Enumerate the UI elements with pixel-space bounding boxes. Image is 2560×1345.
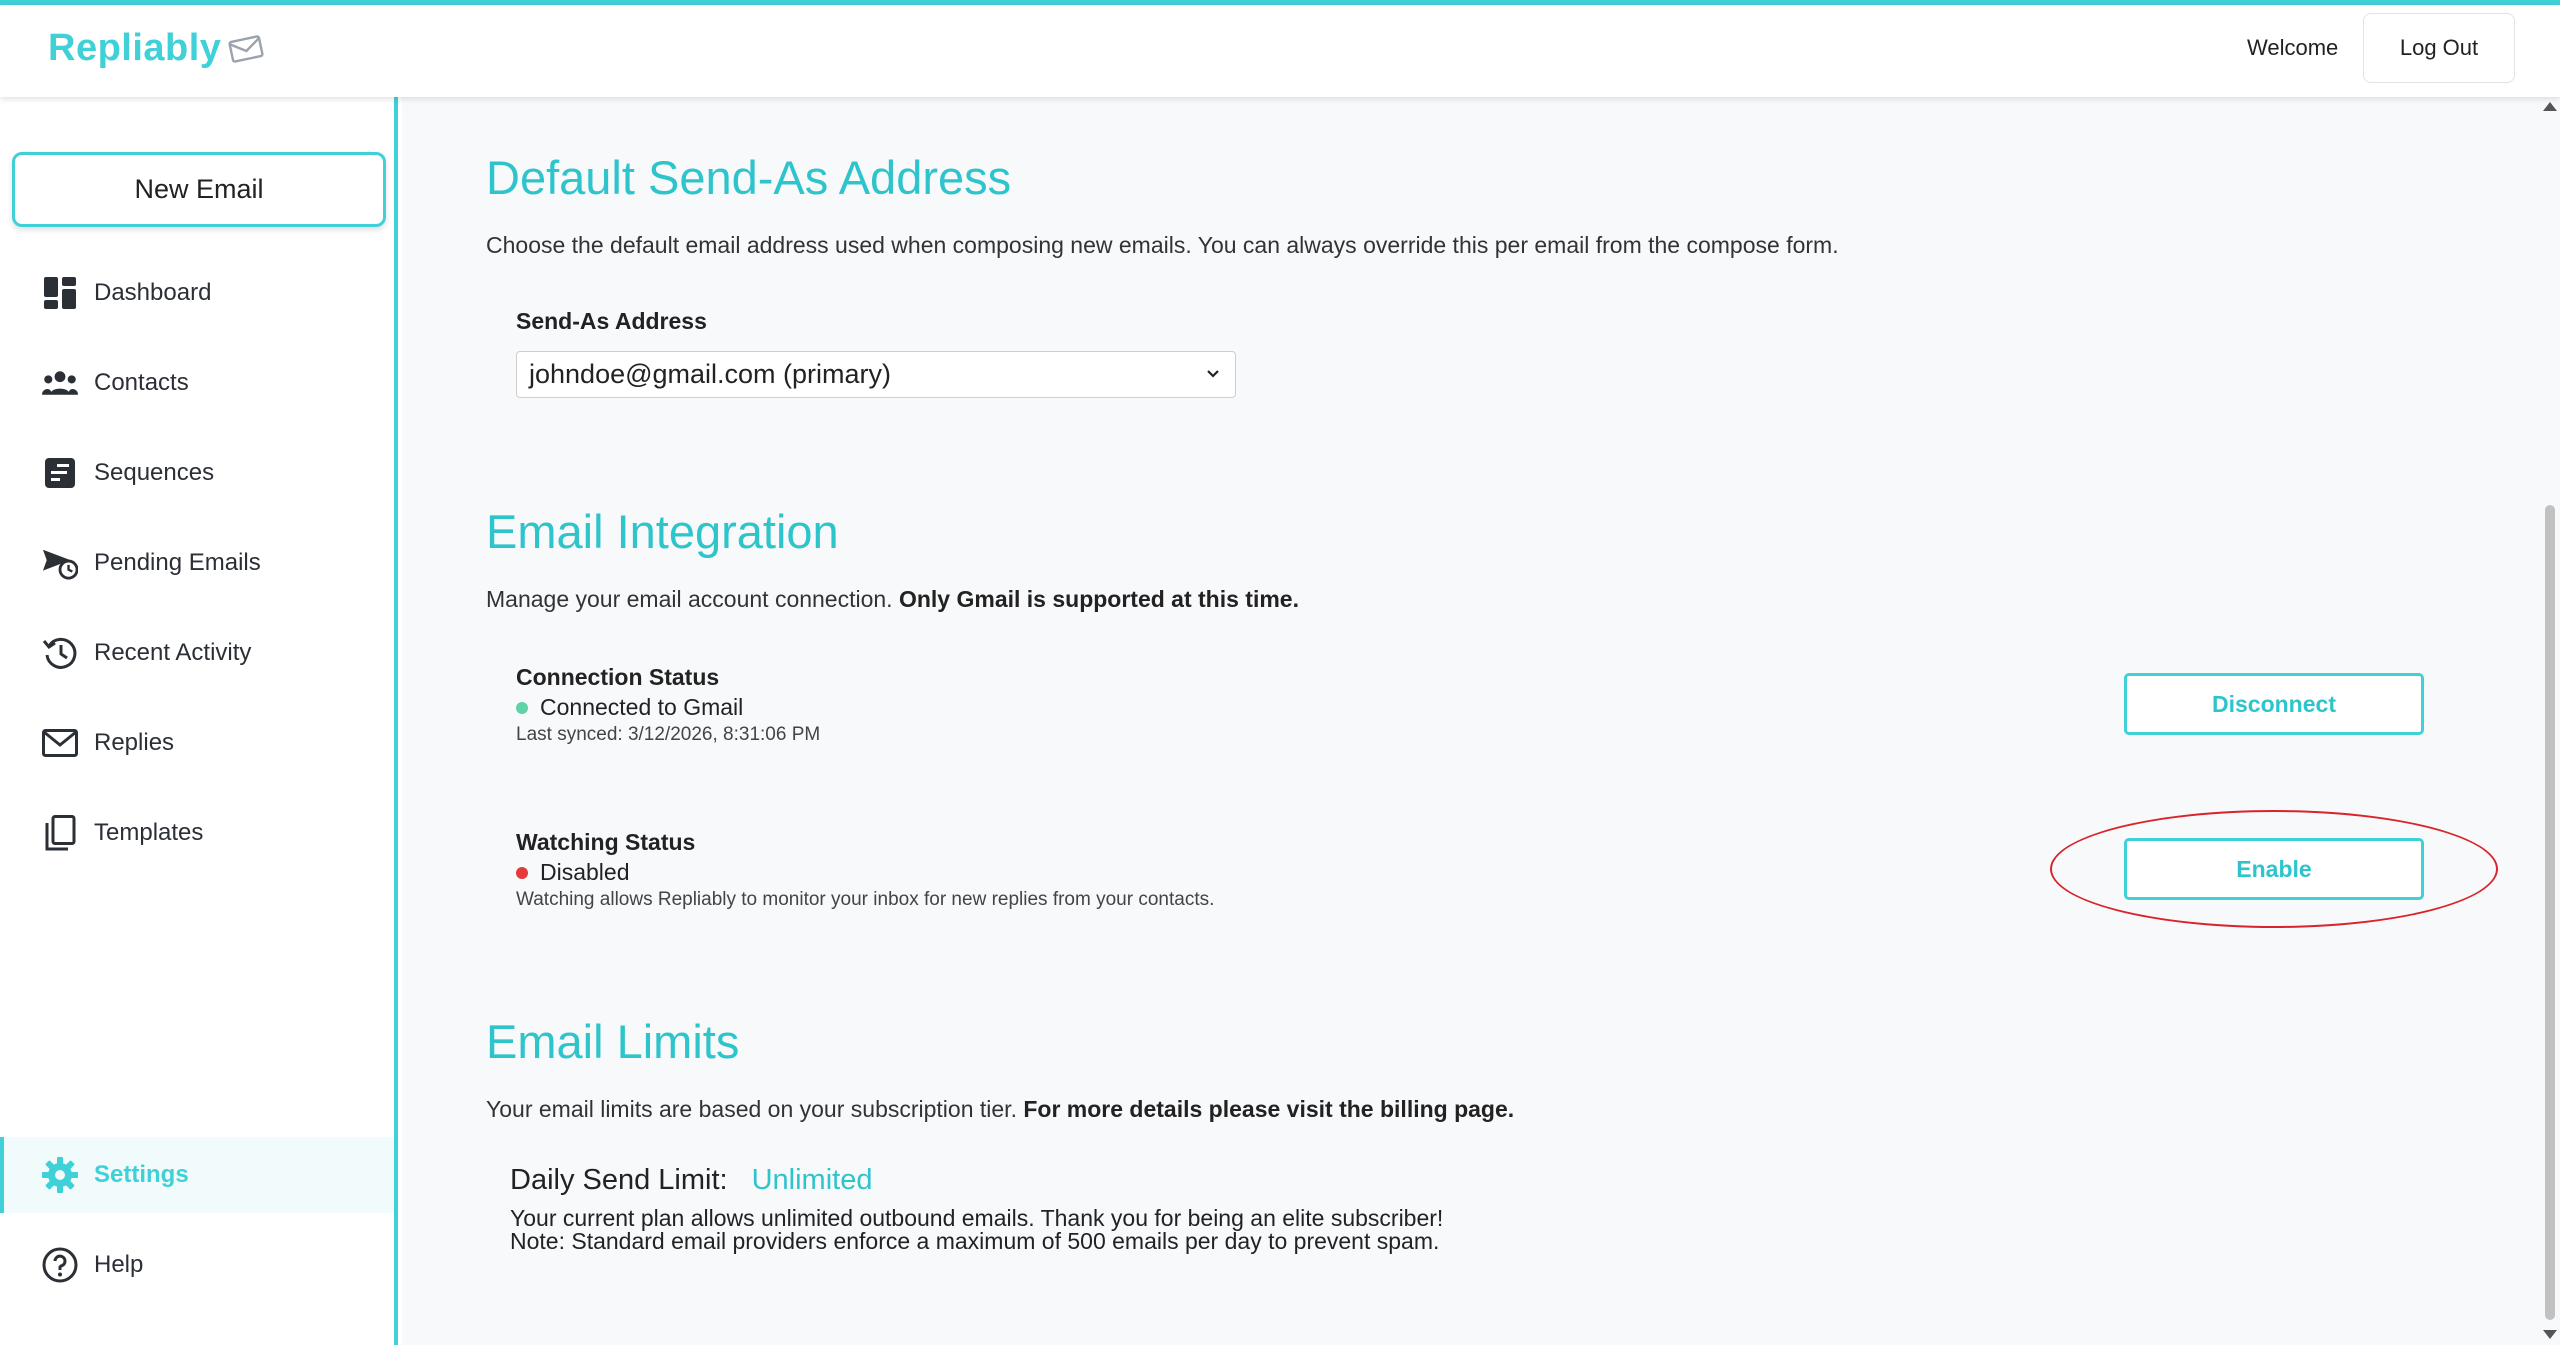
billing-link-text: For more details please visit the billin…	[1023, 1096, 1515, 1122]
sidebar-item-label: Settings	[94, 1161, 189, 1188]
logout-button[interactable]: Log Out	[2363, 13, 2515, 83]
watching-status-title: Watching Status	[516, 829, 696, 855]
sidebar-item-label: Pending Emails	[94, 549, 261, 576]
sidebar-item-label: Templates	[94, 819, 204, 846]
connection-status: Connected to Gmail	[516, 694, 743, 721]
gear-icon	[42, 1157, 78, 1193]
sidebar-item-settings[interactable]: Settings	[0, 1137, 394, 1213]
sidebar: New Email Dashboard Contacts Sequences P…	[0, 97, 398, 1345]
send-as-description: Choose the default email address used wh…	[486, 232, 1839, 258]
daily-limit-value: Unlimited	[751, 1164, 873, 1196]
sidebar-item-label: Recent Activity	[94, 639, 252, 666]
send-as-select[interactable]: johndoe@gmail.com (primary)	[516, 351, 1236, 398]
sidebar-item-recent-activity[interactable]: Recent Activity	[0, 615, 394, 691]
scrollbar-thumb[interactable]	[2545, 505, 2555, 1320]
sidebar-item-label: Help	[94, 1251, 144, 1278]
enable-button[interactable]: Enable	[2124, 838, 2424, 900]
sequences-icon	[42, 455, 78, 491]
envelope-icon	[42, 725, 78, 761]
watching-status-text: Disabled	[540, 859, 630, 885]
integration-title: Email Integration	[486, 505, 839, 558]
limits-description: Your email limits are based on your subs…	[486, 1096, 1515, 1122]
limits-title: Email Limits	[486, 1015, 740, 1068]
app-logo-text: Repliably	[48, 27, 222, 69]
sidebar-item-templates[interactable]: Templates	[0, 795, 394, 871]
integration-description: Manage your email account connection. On…	[486, 586, 1299, 612]
sidebar-item-label: Contacts	[94, 369, 189, 396]
send-as-selected-value: johndoe@gmail.com (primary)	[529, 359, 892, 389]
watching-status: Disabled	[516, 859, 630, 886]
sidebar-item-label: Sequences	[94, 459, 215, 486]
integration-description-bold: Only Gmail is supported at this time.	[898, 586, 1299, 612]
status-dot-connected	[516, 701, 528, 714]
sidebar-item-dashboard[interactable]: Dashboard	[0, 255, 394, 331]
history-icon	[42, 635, 78, 671]
sidebar-item-sequences[interactable]: Sequences	[0, 435, 394, 511]
welcome-text: Welcome	[2247, 35, 2339, 60]
sidebar-item-help[interactable]: Help	[0, 1227, 394, 1303]
help-icon	[42, 1247, 78, 1283]
plan-note-2: Note: Standard email providers enforce a…	[510, 1228, 1440, 1254]
templates-icon	[42, 815, 78, 851]
new-email-button[interactable]: New Email	[12, 152, 386, 227]
contacts-icon	[42, 365, 78, 401]
daily-limit-label: Daily Send Limit:	[510, 1164, 728, 1196]
pending-emails-icon	[42, 545, 78, 581]
disconnect-button[interactable]: Disconnect	[2124, 673, 2424, 735]
chevron-down-icon	[1207, 370, 1219, 378]
envelope-logo-icon	[228, 34, 265, 63]
sidebar-item-replies[interactable]: Replies	[0, 705, 394, 781]
sidebar-item-contacts[interactable]: Contacts	[0, 345, 394, 421]
sidebar-item-pending-emails[interactable]: Pending Emails	[0, 525, 394, 601]
watching-description: Watching allows Repliably to monitor you…	[516, 889, 1215, 910]
sidebar-item-label: Dashboard	[94, 279, 212, 306]
sidebar-item-label: Replies	[94, 729, 175, 756]
daily-limit-row: Daily Send Limit: Unlimited	[510, 1164, 872, 1197]
scroll-down-arrow[interactable]	[2543, 1330, 2557, 1339]
app-header: Repliably Welcome Log Out	[0, 5, 2560, 97]
dashboard-icon	[42, 275, 78, 311]
last-synced-text: Last synced: 3/12/2026, 8:31:06 PM	[516, 724, 821, 745]
app-logo[interactable]: Repliably	[48, 27, 265, 70]
connection-status-text: Connected to Gmail	[540, 694, 744, 720]
status-dot-disabled	[516, 866, 528, 879]
send-as-title: Default Send-As Address	[486, 151, 1012, 204]
connection-status-title: Connection Status	[516, 664, 720, 690]
scroll-up-arrow[interactable]	[2543, 102, 2557, 111]
send-as-field-label: Send-As Address	[516, 308, 707, 334]
